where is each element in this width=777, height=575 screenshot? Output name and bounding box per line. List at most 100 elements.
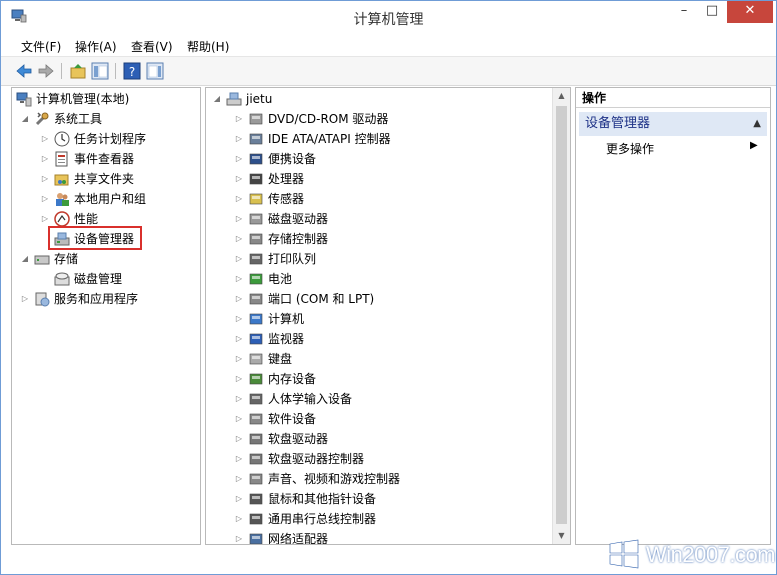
toolbar: ? <box>1 57 776 86</box>
device-category-label: 鼠标和其他指针设备 <box>268 492 377 506</box>
collapsed-arrow-icon[interactable]: ▷ <box>234 189 244 209</box>
memory-icon <box>249 373 263 385</box>
more-actions-link[interactable]: 更多操作 <box>606 140 654 157</box>
collapsed-arrow-icon[interactable]: ▷ <box>234 369 244 389</box>
battery-icon <box>249 273 263 285</box>
device-category-label: 内存设备 <box>268 372 317 386</box>
tree-label: 任务计划程序 <box>74 132 147 146</box>
dvd-drive-icon <box>249 113 263 125</box>
expanded-arrow-icon[interactable]: ◢ <box>20 109 30 129</box>
device-category-label: 存储控制器 <box>268 232 329 246</box>
hid-icon <box>249 393 263 405</box>
collapsed-arrow-icon[interactable]: ▷ <box>234 469 244 489</box>
scroll-down-arrow-icon[interactable]: ▼ <box>553 528 570 544</box>
menu-file[interactable]: 文件(F) <box>21 38 61 55</box>
processor-icon <box>249 173 263 185</box>
tree-label: 服务和应用程序 <box>54 292 139 306</box>
monitor-icon <box>249 333 263 345</box>
shared-folder-icon <box>54 174 69 186</box>
floppy-controller-icon <box>249 453 263 465</box>
device-category-label: 软盘驱动器控制器 <box>268 452 365 466</box>
scrollbar-thumb[interactable] <box>556 106 567 524</box>
device-category-label: 磁盘驱动器 <box>268 212 329 226</box>
collapsed-arrow-icon[interactable]: ▷ <box>234 229 244 249</box>
usb-icon <box>249 513 263 525</box>
device-category-label: 声音、视频和游戏控制器 <box>268 472 401 486</box>
collapsed-arrow-icon[interactable]: ▷ <box>40 169 50 189</box>
mouse-icon <box>249 493 263 505</box>
submenu-arrow-icon[interactable]: ▶ <box>750 140 758 151</box>
computer-icon <box>226 92 242 106</box>
actions-pane: 操作 设备管理器 ▲ 更多操作 ▶ <box>575 87 771 545</box>
tree-label: 存储 <box>54 252 79 266</box>
collapsed-arrow-icon[interactable]: ▷ <box>234 109 244 129</box>
collapsed-arrow-icon[interactable]: ▷ <box>234 249 244 269</box>
actions-section-device-manager[interactable]: 设备管理器 ▲ <box>579 112 767 136</box>
tree-label: 共享文件夹 <box>74 172 135 186</box>
svg-text:?: ? <box>129 65 135 79</box>
vertical-scrollbar[interactable]: ▲ ▼ <box>552 88 570 544</box>
show-hide-console-tree-icon[interactable] <box>91 62 109 80</box>
collapsed-arrow-icon[interactable]: ▷ <box>234 489 244 509</box>
collapsed-arrow-icon[interactable]: ▷ <box>40 149 50 169</box>
collapsed-arrow-icon[interactable]: ▷ <box>234 269 244 289</box>
event-viewer-icon <box>55 151 68 167</box>
expanded-arrow-icon[interactable]: ◢ <box>20 249 30 269</box>
collapse-up-icon[interactable]: ▲ <box>753 112 761 136</box>
collapsed-arrow-icon[interactable]: ▷ <box>234 129 244 149</box>
collapsed-arrow-icon[interactable]: ▷ <box>234 449 244 469</box>
minimize-button[interactable]: – <box>671 1 697 23</box>
menu-help[interactable]: 帮助(H) <box>187 38 229 55</box>
forward-arrow-icon[interactable] <box>37 62 55 80</box>
title-bar[interactable]: 计算机管理 – □ ✕ <box>1 1 776 33</box>
device-category-label: 人体学输入设备 <box>268 392 353 406</box>
close-button[interactable]: ✕ <box>727 1 773 23</box>
device-category-label: 通用串行总线控制器 <box>268 512 377 526</box>
collapsed-arrow-icon[interactable]: ▷ <box>234 329 244 349</box>
clock-icon <box>54 131 70 147</box>
collapsed-arrow-icon[interactable]: ▷ <box>234 429 244 449</box>
collapsed-arrow-icon[interactable]: ▷ <box>20 289 30 309</box>
device-category-label: 电池 <box>268 272 293 286</box>
collapsed-arrow-icon[interactable]: ▷ <box>40 189 50 209</box>
collapsed-arrow-icon[interactable]: ▷ <box>234 389 244 409</box>
port-icon <box>249 293 263 305</box>
back-arrow-icon[interactable] <box>15 62 33 80</box>
collapsed-arrow-icon[interactable]: ▷ <box>234 309 244 329</box>
device-category-label: 软件设备 <box>268 412 317 426</box>
up-folder-icon[interactable] <box>69 62 87 80</box>
collapsed-arrow-icon[interactable]: ▷ <box>40 129 50 149</box>
tree-label: 本地用户和组 <box>74 192 147 206</box>
device-category-label: 软盘驱动器 <box>268 432 329 446</box>
software-device-icon <box>249 413 263 425</box>
expanded-arrow-icon[interactable]: ◢ <box>212 89 222 109</box>
maximize-button[interactable]: □ <box>699 1 725 23</box>
tree-label: 计算机管理(本地) <box>36 92 130 106</box>
menu-bar: 文件(F) 操作(A) 查看(V) 帮助(H) <box>1 34 776 57</box>
menu-view[interactable]: 查看(V) <box>131 38 173 55</box>
collapsed-arrow-icon[interactable]: ▷ <box>234 349 244 369</box>
disk-management-icon <box>54 272 70 286</box>
computer-management-window: 计算机管理 – □ ✕ 文件(F) 操作(A) 查看(V) 帮助(H) ? 计算… <box>0 0 777 575</box>
actions-header: 操作 <box>576 88 770 108</box>
collapsed-arrow-icon[interactable]: ▷ <box>234 409 244 429</box>
menu-action[interactable]: 操作(A) <box>75 38 117 55</box>
collapsed-arrow-icon[interactable]: ▷ <box>234 209 244 229</box>
device-list-pane: ◢ jietu ▷ DVD/CD-ROM 驱动器 ▷ IDE ATA/ATAPI 控制… <box>205 87 571 545</box>
collapsed-arrow-icon[interactable]: ▷ <box>234 509 244 529</box>
tree-label: 磁盘管理 <box>74 272 123 286</box>
scroll-up-arrow-icon[interactable]: ▲ <box>553 88 570 104</box>
computer-management-icon <box>16 92 32 107</box>
device-category-label: 打印队列 <box>268 252 317 266</box>
collapsed-arrow-icon[interactable]: ▷ <box>234 529 244 544</box>
sound-icon <box>249 473 263 485</box>
collapsed-arrow-icon[interactable]: ▷ <box>234 169 244 189</box>
device-category-label: 便携设备 <box>268 152 317 166</box>
collapsed-arrow-icon[interactable]: ▷ <box>234 149 244 169</box>
watermark: Win2007.com <box>608 536 776 572</box>
help-icon[interactable]: ? <box>123 62 141 80</box>
actions-section-label: 设备管理器 <box>585 116 651 131</box>
collapsed-arrow-icon[interactable]: ▷ <box>234 289 244 309</box>
show-hide-action-pane-icon[interactable] <box>146 62 164 80</box>
tree-label: 事件查看器 <box>74 152 135 166</box>
